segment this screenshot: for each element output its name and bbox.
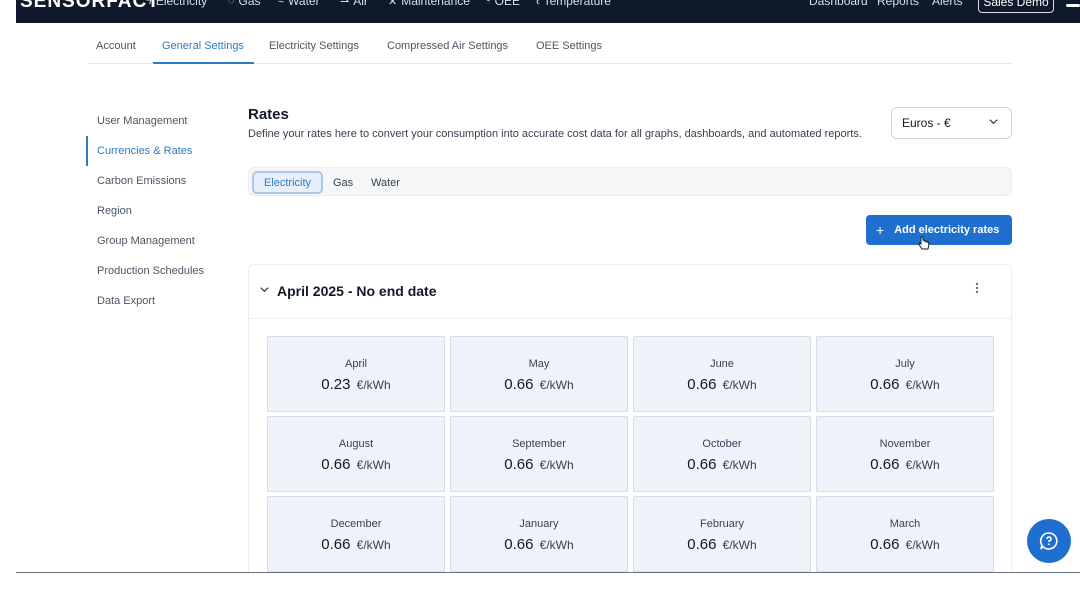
side-item-currencies-rates[interactable]: Currencies & Rates bbox=[86, 136, 236, 166]
month-rate-tile: February 0.66 €/kWh bbox=[633, 496, 811, 572]
air-icon: ⇀ bbox=[340, 0, 350, 8]
month-rate-tile: October 0.66 €/kWh bbox=[633, 416, 811, 492]
wrench-icon: ✕ bbox=[388, 0, 398, 8]
more-options-icon[interactable] bbox=[975, 281, 979, 298]
account-button[interactable]: Sales Demo bbox=[978, 0, 1054, 13]
month-name: August bbox=[338, 438, 374, 450]
nav-reports[interactable]: Reports bbox=[877, 0, 919, 8]
utility-tabs: Electricity Gas Water bbox=[248, 167, 1012, 196]
month-name: September bbox=[512, 438, 566, 450]
nav-water[interactable]: ≈ Water bbox=[278, 0, 320, 8]
month-rate-tile: August 0.66 €/kWh bbox=[267, 416, 445, 492]
month-rate: 0.66 €/kWh bbox=[870, 536, 940, 553]
add-button-label: Add electricity rates bbox=[894, 224, 1000, 236]
month-name: May bbox=[528, 358, 550, 370]
nav-gas[interactable]: ◌ Gas bbox=[228, 0, 261, 8]
month-name: November bbox=[879, 438, 931, 450]
top-navbar: SENSORFACT ϟ Electricity ◌ Gas ≈ Water ⇀ Air… bbox=[16, 0, 1080, 23]
tab-compressed-air-settings[interactable]: Compressed Air Settings bbox=[387, 40, 508, 52]
month-rate-tile: November 0.66 €/kWh bbox=[816, 416, 994, 492]
collapse-chevron-icon[interactable] bbox=[259, 284, 270, 298]
month-rate: 0.66 €/kWh bbox=[321, 456, 391, 473]
settings-side-menu: User Management Currencies & Rates Carbo… bbox=[86, 106, 236, 316]
chat-help-icon bbox=[1039, 532, 1058, 550]
plus-icon: + bbox=[876, 222, 885, 238]
month-rate: 0.66 €/kWh bbox=[687, 376, 757, 393]
brand-logo[interactable]: SENSORFACT bbox=[20, 0, 160, 13]
nav-temperature[interactable]: ℓ Temperature bbox=[536, 0, 611, 8]
month-rate: 0.23 €/kWh bbox=[321, 376, 391, 393]
settings-tabs: Account General Settings Electricity Set… bbox=[88, 32, 1012, 64]
utility-tab-electricity[interactable]: Electricity bbox=[252, 171, 323, 194]
add-electricity-rates-button[interactable]: + Add electricity rates bbox=[866, 215, 1012, 245]
hand-cursor-icon bbox=[918, 236, 930, 253]
month-rate: 0.66 €/kWh bbox=[870, 456, 940, 473]
month-name: January bbox=[519, 518, 559, 530]
gauge-icon: ◔ bbox=[484, 0, 491, 7]
water-icon: ≈ bbox=[278, 0, 285, 7]
month-rate-tile: July 0.66 €/kWh bbox=[816, 336, 994, 412]
nav-alerts[interactable]: Alerts bbox=[932, 0, 963, 8]
month-rate: 0.66 €/kWh bbox=[504, 376, 574, 393]
currency-select[interactable]: Euros - € bbox=[891, 107, 1012, 139]
month-rate: 0.66 €/kWh bbox=[504, 536, 574, 553]
month-rate-tile: April 0.23 €/kWh bbox=[267, 336, 445, 412]
tab-general-settings[interactable]: General Settings bbox=[162, 40, 244, 52]
side-item-carbon-emissions[interactable]: Carbon Emissions bbox=[86, 166, 236, 196]
nav-air[interactable]: ⇀ Air bbox=[340, 0, 368, 8]
help-chat-button[interactable] bbox=[1027, 519, 1071, 563]
page-description: Define your rates here to convert your c… bbox=[248, 128, 862, 140]
month-rate: 0.66 €/kWh bbox=[870, 376, 940, 393]
nav-oee[interactable]: ◔ OEE bbox=[484, 0, 520, 8]
month-rate-tile: May 0.66 €/kWh bbox=[450, 336, 628, 412]
month-name: October bbox=[702, 438, 742, 450]
month-rate: 0.66 €/kWh bbox=[504, 456, 574, 473]
month-rate: 0.66 €/kWh bbox=[687, 456, 757, 473]
nav-maintenance[interactable]: ✕ Maintenance bbox=[388, 0, 470, 8]
bolt-icon: ϟ bbox=[146, 0, 152, 7]
month-rate-tile: September 0.66 €/kWh bbox=[450, 416, 628, 492]
active-tab-indicator bbox=[153, 62, 254, 64]
month-rate-tile: December 0.66 €/kWh bbox=[267, 496, 445, 572]
tab-account[interactable]: Account bbox=[96, 40, 136, 52]
side-item-group-management[interactable]: Group Management bbox=[86, 226, 236, 256]
utility-tab-gas[interactable]: Gas bbox=[333, 172, 353, 193]
viewport-divider bbox=[16, 572, 1080, 573]
nav-electricity[interactable]: ϟ Electricity bbox=[146, 0, 207, 8]
month-name: February bbox=[699, 518, 745, 530]
month-name: June bbox=[710, 358, 734, 370]
month-name: July bbox=[895, 358, 915, 370]
rate-period-header[interactable]: April 2025 - No end date bbox=[249, 265, 1011, 319]
page-title: Rates bbox=[248, 106, 289, 123]
month-rate: 0.66 €/kWh bbox=[321, 536, 391, 553]
menu-icon[interactable] bbox=[1066, 4, 1080, 7]
currency-select-value: Euros - € bbox=[902, 116, 951, 130]
side-item-user-management[interactable]: User Management bbox=[86, 106, 236, 136]
side-item-data-export[interactable]: Data Export bbox=[86, 286, 236, 316]
tab-electricity-settings[interactable]: Electricity Settings bbox=[269, 40, 359, 52]
flame-icon: ◌ bbox=[228, 0, 235, 7]
utility-tab-water[interactable]: Water bbox=[371, 172, 400, 193]
side-item-production-schedules[interactable]: Production Schedules bbox=[86, 256, 236, 286]
rate-period-title: April 2025 - No end date bbox=[277, 283, 437, 299]
month-rate-tile: June 0.66 €/kWh bbox=[633, 336, 811, 412]
thermometer-icon: ℓ bbox=[536, 0, 540, 7]
month-rate-tile: January 0.66 €/kWh bbox=[450, 496, 628, 572]
month-rate-tile: March 0.66 €/kWh bbox=[816, 496, 994, 572]
nav-dashboard[interactable]: Dashboard bbox=[809, 0, 868, 8]
month-name: December bbox=[330, 518, 382, 530]
month-rate: 0.66 €/kWh bbox=[687, 536, 757, 553]
chevron-down-icon bbox=[988, 116, 999, 130]
month-name: March bbox=[889, 518, 921, 530]
viewport-bottom bbox=[0, 573, 1080, 608]
tab-oee-settings[interactable]: OEE Settings bbox=[536, 40, 602, 52]
side-item-region[interactable]: Region bbox=[86, 196, 236, 226]
month-name: April bbox=[344, 358, 367, 370]
